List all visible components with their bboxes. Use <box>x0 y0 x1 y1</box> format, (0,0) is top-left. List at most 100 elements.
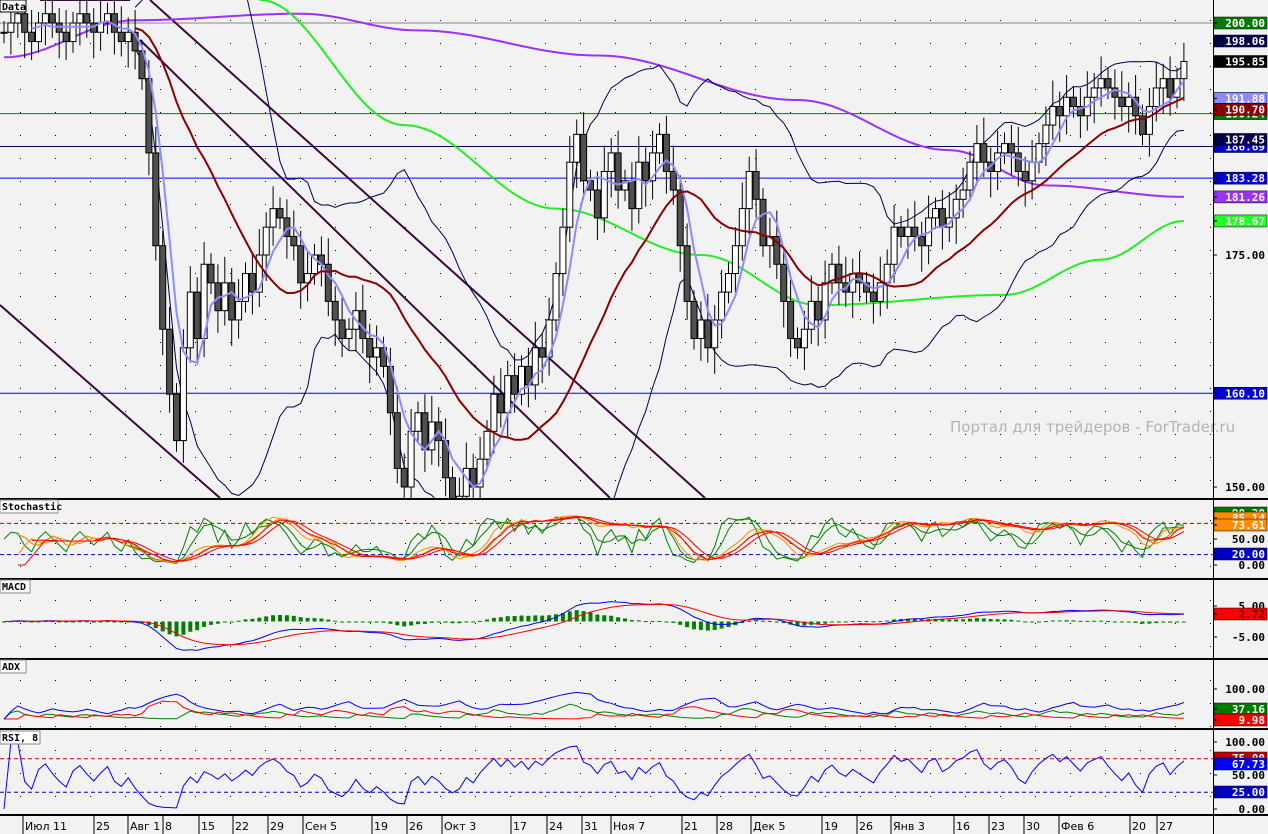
macd-histogram-bar <box>588 612 593 622</box>
grid-dot <box>685 89 686 90</box>
stock-chart[interactable]: Портал для трейдеров - ForTrader.ru 175.… <box>0 0 1268 834</box>
macd-histogram-bar <box>974 618 979 622</box>
grid-dot <box>300 204 301 205</box>
grid-dot <box>265 773 266 774</box>
grid-dot <box>405 365 406 366</box>
grid-dot <box>335 646 336 647</box>
candle <box>669 170 677 191</box>
grid-dot <box>580 680 581 681</box>
candle <box>1118 96 1126 108</box>
grid-dot <box>1070 411 1071 412</box>
grid-dot <box>755 703 756 704</box>
watermark: Портал для трейдеров - ForTrader.ru <box>950 418 1235 436</box>
grid-dot <box>720 726 721 727</box>
grid-dot <box>1105 365 1106 366</box>
grid-dot <box>300 520 301 521</box>
grid-dot <box>1000 135 1001 136</box>
grid-dot <box>370 20 371 21</box>
grid-dot <box>1140 796 1141 797</box>
macd-histogram-bar <box>1175 621 1179 623</box>
grid-dot <box>825 600 826 601</box>
grid-dot <box>475 796 476 797</box>
grid-dot <box>160 796 161 797</box>
grid-dot <box>55 158 56 159</box>
grid-dot <box>20 726 21 727</box>
grid-dot <box>580 796 581 797</box>
macd-histogram-bar <box>1043 621 1048 623</box>
grid-dot <box>265 135 266 136</box>
grid-dot <box>1070 342 1071 343</box>
candle <box>573 133 581 163</box>
grid-dot <box>475 703 476 704</box>
grid-dot <box>685 66 686 67</box>
grid-dot <box>685 135 686 136</box>
candle <box>1021 170 1029 182</box>
grid-dot <box>265 566 266 567</box>
grid-dot <box>1210 623 1211 624</box>
grid-dot <box>825 250 826 251</box>
grid-dot <box>545 250 546 251</box>
grid-dot <box>160 773 161 774</box>
grid-dot <box>685 680 686 681</box>
grid-dot <box>195 388 196 389</box>
grid-dot <box>720 66 721 67</box>
grid-dot <box>1105 543 1106 544</box>
grid-dot <box>335 250 336 251</box>
grid-dot <box>755 20 756 21</box>
macd-histogram-bar <box>353 621 358 623</box>
rsi-tag-text: 67.73 <box>1232 758 1265 771</box>
time-axis-label: Окт 3 <box>444 820 476 833</box>
price-axis-label-text: 150.00 <box>1225 481 1265 494</box>
grid-dot <box>265 543 266 544</box>
grid-dot <box>510 520 511 521</box>
grid-dot <box>650 726 651 727</box>
grid-dot <box>860 411 861 412</box>
grid-dot <box>650 434 651 435</box>
grid-dot <box>755 66 756 67</box>
grid-dot <box>1105 112 1106 113</box>
grid-dot <box>405 135 406 136</box>
macd-histogram-bar <box>1002 619 1007 622</box>
time-axis-label: 22 <box>235 820 249 833</box>
grid-dot <box>580 342 581 343</box>
grid-dot <box>755 319 756 320</box>
grid-dot <box>825 543 826 544</box>
grid-dot <box>1175 480 1176 481</box>
grid-dot <box>195 43 196 44</box>
indicator-price-tag-text: 181.26 <box>1225 191 1265 204</box>
grid-dot <box>1210 796 1211 797</box>
grid-dot <box>930 319 931 320</box>
grid-dot <box>195 726 196 727</box>
grid-dot <box>1000 20 1001 21</box>
grid-dot <box>475 158 476 159</box>
grid-dot <box>1105 600 1106 601</box>
grid-dot <box>1035 319 1036 320</box>
candle <box>290 235 298 247</box>
grid-dot <box>930 680 931 681</box>
grid-dot <box>930 726 931 727</box>
grid-dot <box>965 135 966 136</box>
macd-histogram-bar <box>257 617 262 622</box>
grid-dot <box>720 89 721 90</box>
grid-dot <box>160 135 161 136</box>
grid-dot <box>405 566 406 567</box>
grid-dot <box>370 135 371 136</box>
macd-histogram-bar <box>505 616 510 622</box>
grid-dot <box>1000 342 1001 343</box>
grid-dot <box>370 112 371 113</box>
grid-dot <box>1000 543 1001 544</box>
grid-dot <box>615 227 616 228</box>
grid-dot <box>1070 543 1071 544</box>
candle <box>504 375 512 414</box>
grid-dot <box>300 600 301 601</box>
macd-histogram-bar <box>609 615 614 622</box>
candle <box>1180 61 1188 80</box>
grid-dot <box>825 43 826 44</box>
macd-histogram-bar <box>222 621 227 623</box>
macd-histogram-bar <box>491 617 496 622</box>
macd-histogram-bar <box>1057 620 1062 622</box>
macd-histogram-bar <box>526 615 531 622</box>
grid-dot <box>755 750 756 751</box>
grid-dot <box>1105 411 1106 412</box>
grid-dot <box>965 388 966 389</box>
